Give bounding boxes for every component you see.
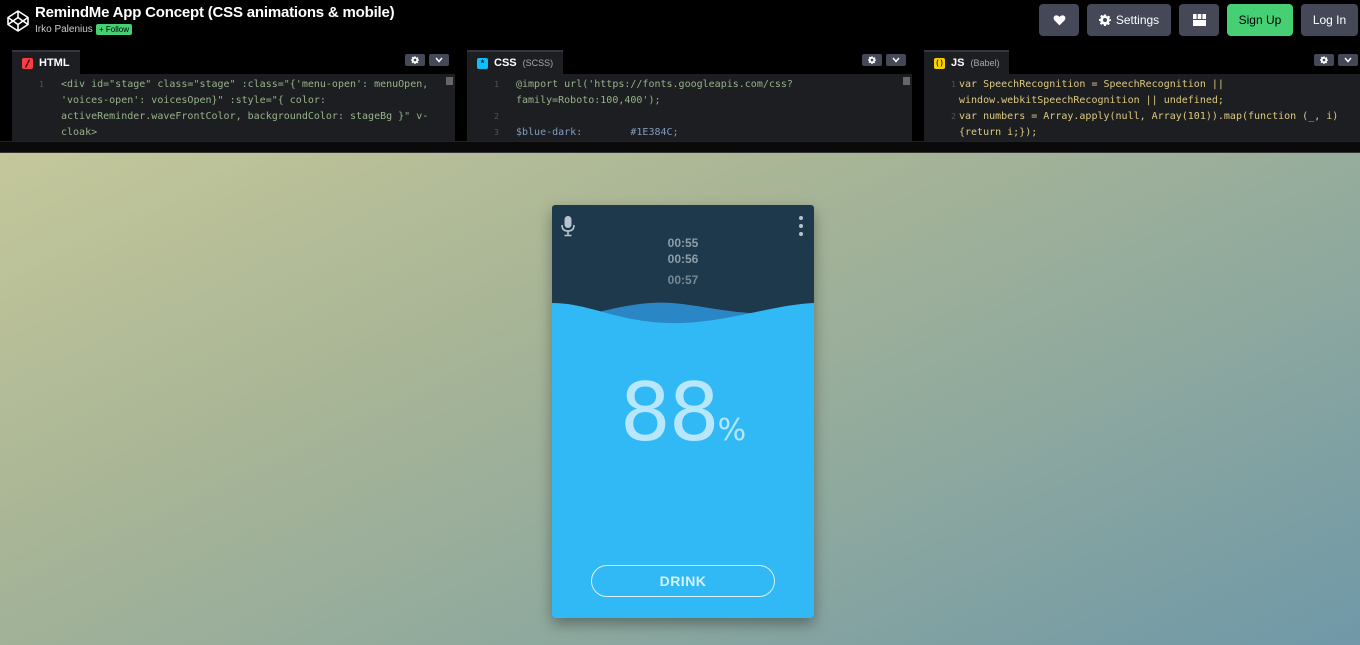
gear-icon	[1320, 56, 1328, 64]
line-numbers: 1	[39, 80, 44, 89]
top-bar: RemindMe App Concept (CSS animations & m…	[0, 0, 1360, 45]
code-line: var SpeechRecognition = SpeechRecognitio…	[959, 79, 1224, 90]
pen-title: RemindMe App Concept (CSS animations & m…	[35, 4, 395, 21]
time-entry: 00:57	[667, 273, 699, 287]
code-line: @import url('https://fonts.googleapis.co…	[516, 79, 793, 90]
line-numbers: 12	[951, 80, 956, 121]
js-editor[interactable]: ( ) JS (Babel) 12 var SpeechRecognition …	[924, 45, 1360, 141]
css-preprocessor-label: (SCSS)	[522, 58, 554, 68]
code-line: 'voices-open': voicesOpen}" :style="{ co…	[61, 95, 326, 106]
heart-icon	[1053, 15, 1065, 26]
js-code[interactable]: 12 var SpeechRecognition = SpeechRecogni…	[924, 74, 1360, 141]
css-editor[interactable]: * CSS (SCSS) 123 @import url('https://fo…	[467, 45, 912, 141]
chevron-down-icon	[435, 57, 443, 63]
chevron-down-icon	[1344, 57, 1352, 63]
html-tab[interactable]: HTML	[12, 50, 80, 74]
code-line: family=Roboto:100,400');	[516, 95, 661, 106]
css-code[interactable]: 123 @import url('https://fonts.googleapi…	[467, 74, 912, 141]
code-line: var numbers = Array.apply(null, Array(10…	[959, 111, 1339, 122]
settings-button[interactable]: Settings	[1087, 4, 1171, 36]
percent-value: 88	[619, 366, 720, 459]
js-collapse-button[interactable]	[1338, 54, 1358, 66]
code-line: window.webkitSpeechRecognition || undefi…	[959, 95, 1224, 106]
author-name[interactable]: Irko Palenius	[35, 24, 93, 35]
css-collapse-button[interactable]	[886, 54, 906, 66]
scrollbar[interactable]	[903, 77, 910, 85]
html-code[interactable]: 1 <div id="stage" class="stage" :class="…	[12, 74, 455, 141]
css-lang-icon: *	[477, 57, 488, 69]
reminder-times: 00:55 00:56 00:57	[552, 235, 814, 288]
drink-button[interactable]: DRINK	[591, 565, 775, 597]
chevron-down-icon	[892, 57, 900, 63]
heart-button[interactable]	[1039, 4, 1079, 36]
settings-label: Settings	[1115, 13, 1160, 27]
line-numbers: 123	[494, 80, 499, 137]
more-menu-icon[interactable]	[798, 216, 804, 236]
html-lang-icon	[22, 57, 33, 69]
log-in-button[interactable]: Log In	[1301, 4, 1358, 36]
css-tab-label: CSS	[494, 57, 517, 69]
gear-icon	[868, 56, 876, 64]
time-entry: 00:56	[667, 252, 699, 266]
code-line: activeReminder.waveFrontColor, backgroun…	[61, 111, 429, 122]
code-line: <div id="stage" class="stage" :class="{'…	[61, 79, 429, 90]
gear-icon	[1098, 14, 1111, 26]
html-collapse-button[interactable]	[429, 54, 449, 66]
codepen-logo-icon[interactable]	[6, 9, 30, 33]
app-card: 00:55 00:56 00:57 88% DRINK	[552, 205, 814, 618]
time-entry: 00:55	[667, 236, 699, 250]
change-view-button[interactable]	[1179, 4, 1219, 36]
code-line: cloak>	[61, 127, 98, 138]
code-line: {return i;});	[959, 127, 1038, 138]
html-editor[interactable]: HTML 1 <div id="stage" class="stage" :cl…	[12, 45, 455, 141]
js-tab-label: JS	[951, 57, 965, 69]
js-settings-button[interactable]	[1314, 54, 1334, 66]
html-tab-label: HTML	[39, 57, 70, 69]
html-settings-button[interactable]	[405, 54, 425, 66]
follow-button[interactable]: + Follow	[96, 24, 133, 35]
hydration-percent: 88%	[552, 363, 814, 463]
css-settings-button[interactable]	[862, 54, 882, 66]
percent-sign: %	[717, 413, 747, 448]
microphone-icon[interactable]	[560, 215, 576, 237]
sign-up-button[interactable]: Sign Up	[1227, 4, 1293, 36]
js-tab[interactable]: ( ) JS (Babel)	[924, 50, 1010, 74]
code-line: $blue-dark: #1E384C;	[516, 127, 679, 138]
scrollbar[interactable]	[446, 77, 453, 85]
css-tab[interactable]: * CSS (SCSS)	[467, 50, 564, 74]
js-lang-icon: ( )	[934, 57, 945, 69]
resize-handle[interactable]	[0, 141, 1360, 153]
result-preview: 00:55 00:56 00:57 88% DRINK	[0, 153, 1360, 645]
js-preprocessor-label: (Babel)	[970, 58, 1000, 68]
layout-icon	[1192, 14, 1206, 26]
editor-panels: HTML 1 <div id="stage" class="stage" :cl…	[0, 45, 1360, 141]
gear-icon	[411, 56, 419, 64]
